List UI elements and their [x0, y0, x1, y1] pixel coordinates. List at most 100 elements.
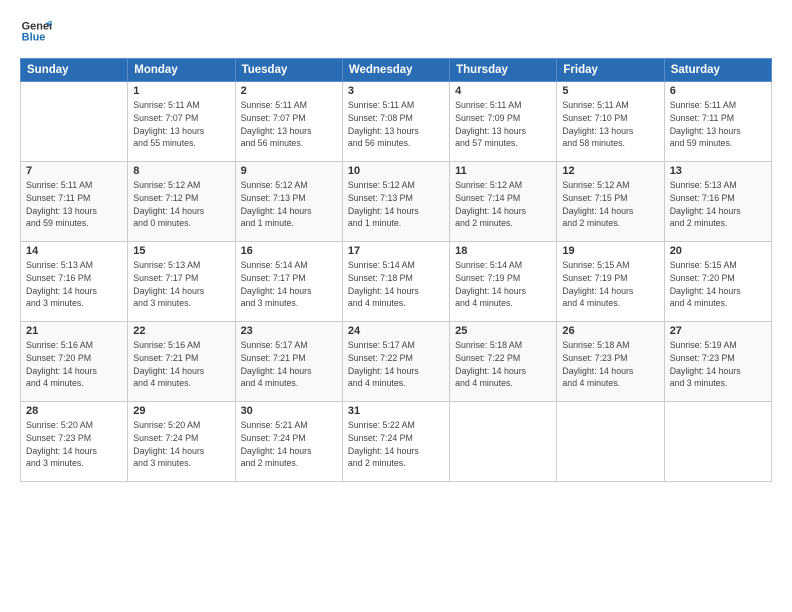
calendar-day-header: Friday: [557, 59, 664, 82]
calendar-cell: 28 Sunrise: 5:20 AMSunset: 7:23 PMDayligh…: [21, 402, 128, 482]
calendar-cell: 2Sunrise: 5:11 AMSunset: 7:07 PMDaylight…: [235, 82, 342, 162]
calendar-day-header: Thursday: [450, 59, 557, 82]
day-info: Sunrise: 5:12 AMSunset: 7:14 PMDaylight:…: [455, 179, 551, 230]
day-info: Sunrise: 5:20 AMSunset: 7:24 PMDaylight:…: [133, 419, 229, 470]
calendar-week-row: 14Sunrise: 5:13 AMSunset: 7:16 PMDayligh…: [21, 242, 772, 322]
calendar-body: 1 Sunrise: 5:11 AMSunset: 7:07 PMDaylight…: [21, 82, 772, 482]
day-info: Sunrise: 5:12 AMSunset: 7:15 PMDaylight:…: [562, 179, 658, 230]
day-number: 19: [562, 245, 658, 257]
logo: General Blue: [20, 16, 52, 48]
day-info: Sunrise: 5:16 AMSunset: 7:20 PMDaylight:…: [26, 339, 122, 390]
svg-text:Blue: Blue: [22, 31, 46, 43]
day-info: Sunrise: 5:13 AMSunset: 7:16 PMDaylight:…: [26, 259, 122, 310]
calendar-cell: 17 Sunrise: 5:14 AMSunset: 7:18 PMDayligh…: [342, 242, 449, 322]
calendar-week-row: 1 Sunrise: 5:11 AMSunset: 7:07 PMDaylight…: [21, 82, 772, 162]
page: General Blue SundayMondayTuesdayWednesda…: [0, 0, 792, 612]
calendar-cell: 30 Sunrise: 5:21 AMSunset: 7:24 PMDayligh…: [235, 402, 342, 482]
day-number: 30: [241, 405, 337, 417]
calendar-day-header: Saturday: [664, 59, 771, 82]
calendar-cell: 10 Sunrise: 5:12 AMSunset: 7:13 PMDayligh…: [342, 162, 449, 242]
day-number: 3: [348, 85, 444, 97]
day-number: 17: [348, 245, 444, 257]
calendar-cell: 27 Sunrise: 5:19 AMSunset: 7:23 PMDayligh…: [664, 322, 771, 402]
day-number: 13: [670, 165, 766, 177]
calendar-cell: [557, 402, 664, 482]
day-number: 27: [670, 325, 766, 337]
calendar-cell: 25Sunrise: 5:18 AMSunset: 7:22 PMDayligh…: [450, 322, 557, 402]
calendar-cell: [664, 402, 771, 482]
calendar-cell: 16Sunrise: 5:14 AMSunset: 7:17 PMDayligh…: [235, 242, 342, 322]
calendar-cell: 26 Sunrise: 5:18 AMSunset: 7:23 PMDayligh…: [557, 322, 664, 402]
day-number: 26: [562, 325, 658, 337]
day-number: 2: [241, 85, 337, 97]
day-info: Sunrise: 5:21 AMSunset: 7:24 PMDaylight:…: [241, 419, 337, 470]
day-info: Sunrise: 5:17 AMSunset: 7:22 PMDaylight:…: [348, 339, 444, 390]
day-info: Sunrise: 5:12 AMSunset: 7:12 PMDaylight:…: [133, 179, 229, 230]
day-number: 9: [241, 165, 337, 177]
calendar-week-row: 21 Sunrise: 5:16 AMSunset: 7:20 PMDayligh…: [21, 322, 772, 402]
day-number: 12: [562, 165, 658, 177]
day-info: Sunrise: 5:20 AMSunset: 7:23 PMDaylight:…: [26, 419, 122, 470]
calendar-cell: 12 Sunrise: 5:12 AMSunset: 7:15 PMDayligh…: [557, 162, 664, 242]
calendar-cell: 31Sunrise: 5:22 AMSunset: 7:24 PMDayligh…: [342, 402, 449, 482]
calendar-cell: 6 Sunrise: 5:11 AMSunset: 7:11 PMDaylight…: [664, 82, 771, 162]
calendar-cell: 11 Sunrise: 5:12 AMSunset: 7:14 PMDayligh…: [450, 162, 557, 242]
calendar-cell: 1 Sunrise: 5:11 AMSunset: 7:07 PMDaylight…: [128, 82, 235, 162]
day-info: Sunrise: 5:13 AMSunset: 7:17 PMDaylight:…: [133, 259, 229, 310]
calendar-cell: 19 Sunrise: 5:15 AMSunset: 7:19 PMDayligh…: [557, 242, 664, 322]
day-info: Sunrise: 5:12 AMSunset: 7:13 PMDaylight:…: [348, 179, 444, 230]
day-number: 21: [26, 325, 122, 337]
day-number: 28: [26, 405, 122, 417]
calendar-cell: 22Sunrise: 5:16 AMSunset: 7:21 PMDayligh…: [128, 322, 235, 402]
day-number: 11: [455, 165, 551, 177]
calendar-cell: 14Sunrise: 5:13 AMSunset: 7:16 PMDayligh…: [21, 242, 128, 322]
day-info: Sunrise: 5:15 AMSunset: 7:20 PMDaylight:…: [670, 259, 766, 310]
day-number: 24: [348, 325, 444, 337]
day-info: Sunrise: 5:11 AMSunset: 7:07 PMDaylight:…: [133, 99, 229, 150]
day-info: Sunrise: 5:11 AMSunset: 7:09 PMDaylight:…: [455, 99, 551, 150]
day-number: 1: [133, 85, 229, 97]
day-number: 5: [562, 85, 658, 97]
calendar-cell: 9 Sunrise: 5:12 AMSunset: 7:13 PMDaylight…: [235, 162, 342, 242]
calendar-header-row: SundayMondayTuesdayWednesdayThursdayFrid…: [21, 59, 772, 82]
calendar-cell: 29 Sunrise: 5:20 AMSunset: 7:24 PMDayligh…: [128, 402, 235, 482]
calendar-cell: [450, 402, 557, 482]
day-number: 23: [241, 325, 337, 337]
calendar-cell: 24 Sunrise: 5:17 AMSunset: 7:22 PMDayligh…: [342, 322, 449, 402]
calendar-table: SundayMondayTuesdayWednesdayThursdayFrid…: [20, 58, 772, 482]
day-info: Sunrise: 5:14 AMSunset: 7:18 PMDaylight:…: [348, 259, 444, 310]
logo-icon: General Blue: [20, 16, 52, 48]
day-number: 29: [133, 405, 229, 417]
calendar-cell: 20Sunrise: 5:15 AMSunset: 7:20 PMDayligh…: [664, 242, 771, 322]
calendar-cell: 3 Sunrise: 5:11 AMSunset: 7:08 PMDaylight…: [342, 82, 449, 162]
day-number: 22: [133, 325, 229, 337]
day-info: Sunrise: 5:22 AMSunset: 7:24 PMDaylight:…: [348, 419, 444, 470]
day-info: Sunrise: 5:13 AMSunset: 7:16 PMDaylight:…: [670, 179, 766, 230]
day-number: 15: [133, 245, 229, 257]
calendar-cell: 21 Sunrise: 5:16 AMSunset: 7:20 PMDayligh…: [21, 322, 128, 402]
day-info: Sunrise: 5:11 AMSunset: 7:11 PMDaylight:…: [670, 99, 766, 150]
day-info: Sunrise: 5:11 AMSunset: 7:11 PMDaylight:…: [26, 179, 122, 230]
day-number: 6: [670, 85, 766, 97]
calendar-cell: [21, 82, 128, 162]
day-number: 25: [455, 325, 551, 337]
day-info: Sunrise: 5:11 AMSunset: 7:08 PMDaylight:…: [348, 99, 444, 150]
calendar-day-header: Sunday: [21, 59, 128, 82]
day-number: 4: [455, 85, 551, 97]
day-number: 16: [241, 245, 337, 257]
day-number: 10: [348, 165, 444, 177]
calendar-cell: 8 Sunrise: 5:12 AMSunset: 7:12 PMDaylight…: [128, 162, 235, 242]
day-info: Sunrise: 5:18 AMSunset: 7:23 PMDaylight:…: [562, 339, 658, 390]
calendar-day-header: Tuesday: [235, 59, 342, 82]
calendar-week-row: 28 Sunrise: 5:20 AMSunset: 7:23 PMDayligh…: [21, 402, 772, 482]
day-info: Sunrise: 5:15 AMSunset: 7:19 PMDaylight:…: [562, 259, 658, 310]
calendar-cell: 7Sunrise: 5:11 AMSunset: 7:11 PMDaylight…: [21, 162, 128, 242]
calendar-day-header: Wednesday: [342, 59, 449, 82]
day-info: Sunrise: 5:12 AMSunset: 7:13 PMDaylight:…: [241, 179, 337, 230]
calendar-day-header: Monday: [128, 59, 235, 82]
day-number: 8: [133, 165, 229, 177]
calendar-cell: 15 Sunrise: 5:13 AMSunset: 7:17 PMDayligh…: [128, 242, 235, 322]
day-info: Sunrise: 5:14 AMSunset: 7:19 PMDaylight:…: [455, 259, 551, 310]
calendar-cell: 18Sunrise: 5:14 AMSunset: 7:19 PMDayligh…: [450, 242, 557, 322]
day-info: Sunrise: 5:19 AMSunset: 7:23 PMDaylight:…: [670, 339, 766, 390]
